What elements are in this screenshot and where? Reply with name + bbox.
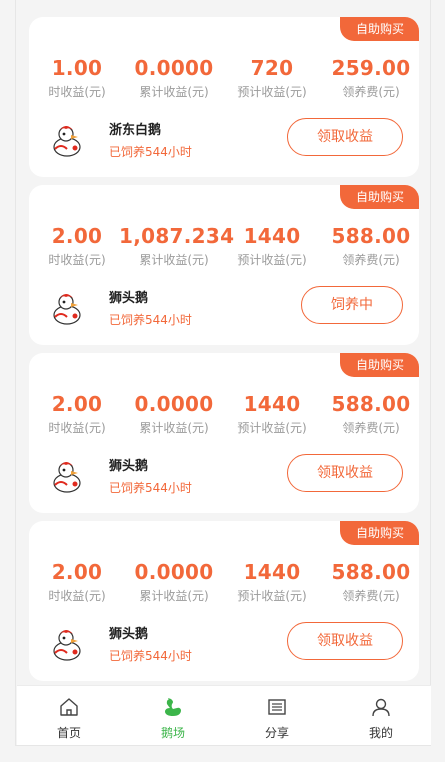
hourly-income-stat: 2.00 时收益(元) <box>29 223 132 269</box>
goose-card: 自助购买 2.00 时收益(元) 0.0000 累计收益(元) 1440 预计收… <box>29 353 419 513</box>
self-purchase-badge: 自助购买 <box>339 353 419 377</box>
stat-value: 1440 <box>243 224 301 248</box>
adoption-fee-stat: 588.00 领养费(元) <box>316 223 419 269</box>
stat-label: 时收益(元) <box>48 85 106 99</box>
stat-label: 预计收益(元) <box>237 589 307 603</box>
share-icon <box>268 699 286 715</box>
stat-value: 1,087.234 <box>119 224 235 248</box>
stat-value: 720 <box>250 56 294 80</box>
stat-value: 2.00 <box>51 392 103 416</box>
stats-row: 1.00 时收益(元) 0.0000 累计收益(元) 720 预计收益(元) 2… <box>29 55 419 105</box>
nav-label: 鹅场 <box>160 726 185 740</box>
stats-row: 2.00 时收益(元) 0.0000 累计收益(元) 1440 预计收益(元) … <box>29 559 419 609</box>
stat-label: 时收益(元) <box>48 421 106 435</box>
adoption-fee-stat: 588.00 领养费(元) <box>316 559 419 605</box>
stat-value: 1440 <box>243 392 301 416</box>
expected-income-stat: 1440 预计收益(元) <box>217 391 327 437</box>
stat-value: 0.0000 <box>134 560 214 584</box>
self-purchase-badge: 自助购买 <box>339 521 419 545</box>
adoption-fee-stat: 588.00 领养费(元) <box>316 391 419 437</box>
stat-value: 1.00 <box>51 56 103 80</box>
expected-income-stat: 720 预计收益(元) <box>217 55 327 101</box>
bottom-nav: 首页 鹅场 分享 我的 <box>17 685 431 745</box>
nav-label: 分享 <box>264 726 289 740</box>
total-income-stat: 1,087.234 累计收益(元) <box>119 223 235 269</box>
self-purchase-badge: 自助购买 <box>339 17 419 41</box>
goose-breed-name: 狮头鹅 <box>109 291 149 306</box>
nav-item-goose-farm[interactable]: 鹅场 <box>121 686 225 746</box>
nav-item-share[interactable]: 分享 <box>225 686 329 746</box>
nav-label: 我的 <box>368 726 393 740</box>
app-frame: 自助购买 1.00 时收益(元) 0.0000 累计收益(元) 720 预计收益… <box>15 0 431 746</box>
hourly-income-stat: 2.00 时收益(元) <box>29 559 132 605</box>
goose-avatar-icon <box>53 630 81 661</box>
feeding-duration: 已饲养544小时 <box>109 313 192 327</box>
goose-breed-name: 狮头鹅 <box>109 459 149 474</box>
goose-farm-icon <box>165 698 181 716</box>
stats-row: 2.00 时收益(元) 0.0000 累计收益(元) 1440 预计收益(元) … <box>29 391 419 441</box>
stat-value: 2.00 <box>51 560 103 584</box>
goose-card: 自助购买 2.00 时收益(元) 0.0000 累计收益(元) 1440 预计收… <box>29 521 419 681</box>
feeding-duration: 已饲养544小时 <box>109 649 192 663</box>
stat-value: 2.00 <box>51 224 103 248</box>
total-income-stat: 0.0000 累计收益(元) <box>119 559 229 605</box>
stat-value: 0.0000 <box>134 392 214 416</box>
stat-label: 领养费(元) <box>342 85 400 99</box>
goose-avatar-icon <box>53 462 81 493</box>
collect-income-button[interactable]: 领取收益 <box>287 118 403 156</box>
collect-income-button[interactable]: 领取收益 <box>287 454 403 492</box>
stat-value: 588.00 <box>331 392 411 416</box>
goose-avatar-icon <box>53 294 81 325</box>
stats-row: 2.00 时收益(元) 1,087.234 累计收益(元) 1440 预计收益(… <box>29 223 419 273</box>
adoption-fee-stat: 259.00 领养费(元) <box>316 55 419 101</box>
stat-label: 领养费(元) <box>342 589 400 603</box>
stat-label: 领养费(元) <box>342 253 400 267</box>
expected-income-stat: 1440 预计收益(元) <box>217 559 327 605</box>
total-income-stat: 0.0000 累计收益(元) <box>119 55 229 101</box>
total-income-stat: 0.0000 累计收益(元) <box>119 391 229 437</box>
nav-label: 首页 <box>56 726 81 740</box>
nav-item-profile[interactable]: 我的 <box>329 686 433 746</box>
stat-label: 累计收益(元) <box>139 421 209 435</box>
stat-label: 预计收益(元) <box>237 253 307 267</box>
collect-income-button[interactable]: 领取收益 <box>287 622 403 660</box>
user-icon <box>372 698 390 717</box>
hourly-income-stat: 1.00 时收益(元) <box>29 55 132 101</box>
goose-breed-name: 浙东白鹅 <box>109 123 162 138</box>
stat-value: 588.00 <box>331 224 411 248</box>
home-icon <box>60 698 78 716</box>
self-purchase-badge: 自助购买 <box>339 185 419 209</box>
expected-income-stat: 1440 预计收益(元) <box>217 223 327 269</box>
stat-label: 累计收益(元) <box>139 85 209 99</box>
goose-card: 自助购买 1.00 时收益(元) 0.0000 累计收益(元) 720 预计收益… <box>29 17 419 177</box>
stat-label: 累计收益(元) <box>139 253 209 267</box>
stat-label: 时收益(元) <box>48 253 106 267</box>
stat-label: 领养费(元) <box>342 421 400 435</box>
goose-breed-name: 狮头鹅 <box>109 627 149 642</box>
feeding-status-button[interactable]: 饲养中 <box>301 286 403 324</box>
stat-value: 0.0000 <box>134 56 214 80</box>
nav-item-home[interactable]: 首页 <box>17 686 121 746</box>
feeding-duration: 已饲养544小时 <box>109 145 192 159</box>
stat-value: 1440 <box>243 560 301 584</box>
feeding-duration: 已饲养544小时 <box>109 481 192 495</box>
stat-label: 时收益(元) <box>48 589 106 603</box>
goose-card: 自助购买 2.00 时收益(元) 1,087.234 累计收益(元) 1440 … <box>29 185 419 345</box>
stat-value: 588.00 <box>331 560 411 584</box>
stat-value: 259.00 <box>331 56 411 80</box>
stat-label: 预计收益(元) <box>237 421 307 435</box>
hourly-income-stat: 2.00 时收益(元) <box>29 391 132 437</box>
stat-label: 累计收益(元) <box>139 589 209 603</box>
stat-label: 预计收益(元) <box>237 85 307 99</box>
goose-avatar-icon <box>53 126 81 157</box>
